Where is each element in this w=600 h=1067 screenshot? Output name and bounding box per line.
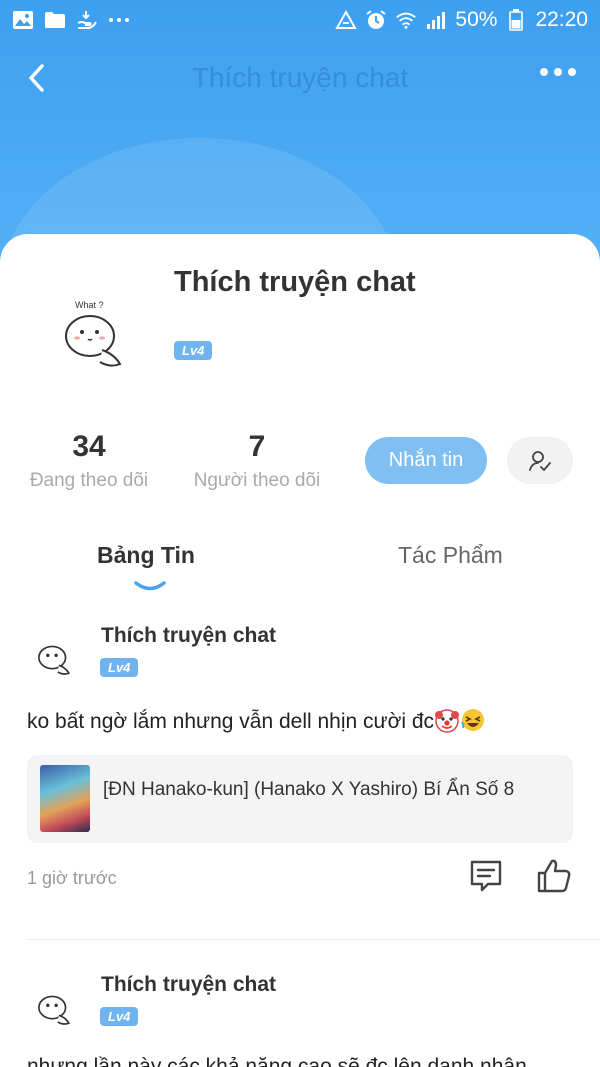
more-options-button[interactable] xyxy=(540,68,576,76)
post-avatar[interactable] xyxy=(30,632,80,682)
battery-icon xyxy=(505,9,527,31)
level-badge: Lv4 xyxy=(100,1007,139,1026)
top-bar: Thích truyện chat xyxy=(0,50,600,106)
clown-face-icon xyxy=(435,709,460,733)
signal-icon xyxy=(425,9,447,31)
image-icon xyxy=(12,9,34,31)
post-text: nhưng lần này các khả năng cao sẽ đc lên… xyxy=(27,1055,527,1067)
like-button[interactable] xyxy=(535,857,573,895)
book-cover xyxy=(40,765,90,832)
dot-icon xyxy=(568,68,576,76)
alarm-icon xyxy=(365,9,387,31)
recycle-icon xyxy=(335,9,358,31)
comment-icon xyxy=(470,860,502,892)
avatar[interactable]: What ? xyxy=(50,292,140,382)
add-user-icon xyxy=(529,450,551,471)
following-stat[interactable]: 34 Đang theo dõi xyxy=(26,430,152,492)
battery-percent: 50% xyxy=(455,8,498,31)
post-divider xyxy=(27,939,600,940)
level-badge: Lv4 xyxy=(174,341,213,360)
followers-stat[interactable]: 7 Người theo dõi xyxy=(190,430,324,492)
message-button[interactable]: Nhắn tin xyxy=(365,437,487,484)
dot-icon xyxy=(554,68,562,76)
level-badge: Lv4 xyxy=(100,658,139,677)
post-text: ko bất ngờ lắm nhưng vẫn dell nhịn cười … xyxy=(27,707,486,734)
post-text-content: ko bất ngờ lắm nhưng vẫn dell nhịn cười … xyxy=(27,710,435,733)
grinning-squinting-face-icon xyxy=(461,709,485,731)
dot-icon xyxy=(540,68,548,76)
folder-icon xyxy=(44,9,66,31)
status-bar: 50% 22:20 xyxy=(0,0,600,40)
wifi-icon xyxy=(395,9,417,31)
more-icon xyxy=(108,9,130,31)
linked-book-card[interactable]: [ĐN Hanako-kun] (Hanako X Yashiro) Bí Ẩn… xyxy=(27,755,573,843)
clock-time: 22:20 xyxy=(535,8,588,31)
followers-count: 7 xyxy=(248,430,266,463)
comment-button[interactable] xyxy=(468,858,504,894)
follow-button[interactable] xyxy=(507,437,573,484)
tab-indicator xyxy=(134,581,166,591)
post-time: 1 giờ trước xyxy=(27,868,117,888)
post-author[interactable]: Thích truyện chat xyxy=(101,973,276,997)
thumbs-up-icon xyxy=(537,859,571,893)
tab-works[interactable]: Tác Phẩm xyxy=(398,542,503,569)
post-author[interactable]: Thích truyện chat xyxy=(101,624,276,648)
following-count: 34 xyxy=(72,430,106,463)
page-title: Thích truyện chat xyxy=(191,62,409,93)
tab-news[interactable]: Bảng Tin xyxy=(97,542,195,569)
svg-text:What ?: What ? xyxy=(75,300,104,310)
followers-label: Người theo dõi xyxy=(193,470,321,491)
following-label: Đang theo dõi xyxy=(29,470,149,491)
hand-icon xyxy=(76,9,98,31)
profile-name: Thích truyện chat xyxy=(174,266,416,298)
post-avatar[interactable] xyxy=(30,982,80,1032)
book-title: [ĐN Hanako-kun] (Hanako X Yashiro) Bí Ẩn… xyxy=(103,779,515,800)
